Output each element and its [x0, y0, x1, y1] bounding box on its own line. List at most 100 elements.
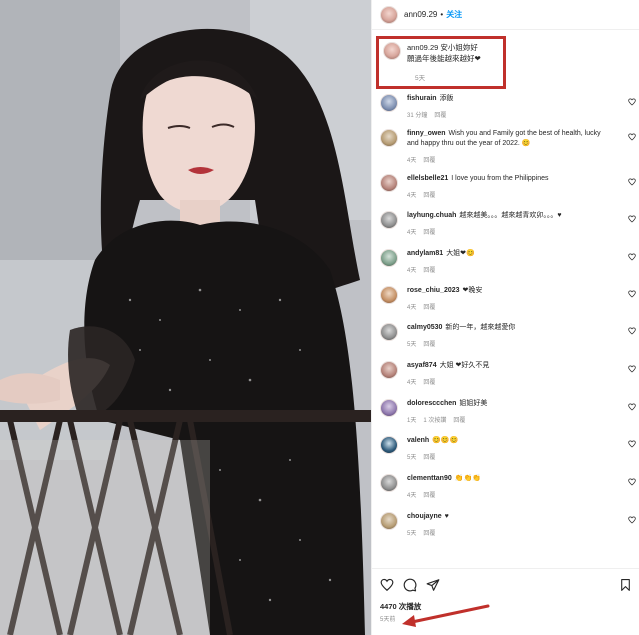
- heart-icon[interactable]: [628, 478, 636, 486]
- commenter-avatar[interactable]: [380, 129, 398, 147]
- reply-button[interactable]: 回覆: [453, 418, 465, 424]
- comment-body: choujayne ♥ 5天 回覆: [407, 512, 607, 548]
- heart-icon[interactable]: [628, 133, 636, 141]
- post-caption-highlight: ann09.29 安小姐妳好 願過年後能越來越好❤ 5天: [376, 36, 506, 89]
- reply-button[interactable]: 回覆: [423, 342, 435, 348]
- comment-body: ellelsbelle21 I love youu from the Philip…: [407, 174, 607, 211]
- commenter-avatar[interactable]: [380, 474, 398, 492]
- heart-icon[interactable]: [628, 215, 636, 223]
- comment-body: doloresccchen 姐姐好美 1天 1 次按讚 回覆: [407, 399, 607, 436]
- commenter-avatar[interactable]: [380, 361, 398, 379]
- comment-time: 4天: [407, 268, 417, 274]
- screenshot-frame: ann09.29 • 关注 ann09.29 安小姐妳好 願過年後能越來越好❤ …: [0, 0, 639, 635]
- comment-item: finny_owen Wish you and Family got the be…: [380, 129, 636, 174]
- commenter-avatar[interactable]: [380, 249, 398, 267]
- reply-button[interactable]: 回覆: [423, 193, 435, 199]
- comment-body: rose_chiu_2023 ❤晚安 4天 回覆: [407, 286, 607, 323]
- commenter-username[interactable]: doloresccchen: [407, 400, 456, 407]
- commenter-username[interactable]: valenh: [407, 437, 429, 444]
- commenter-username[interactable]: fishurain: [407, 95, 437, 102]
- comment-body: valenh 😊😊😊 5天 回覆: [407, 436, 607, 474]
- commenter-username[interactable]: andylam81: [407, 250, 443, 257]
- commenter-avatar[interactable]: [380, 399, 398, 417]
- reply-button[interactable]: 回覆: [423, 455, 435, 461]
- comment-text: ❤晚安: [462, 287, 483, 294]
- commenter-username[interactable]: calmy0530: [407, 324, 442, 331]
- comment-body: andylam81 大姐❤😊 4天 回覆: [407, 249, 607, 286]
- reply-button[interactable]: 回覆: [423, 305, 435, 311]
- post-photo[interactable]: [0, 0, 371, 635]
- comment-icon[interactable]: [403, 578, 417, 592]
- comment-time: 5天: [407, 342, 417, 348]
- commenter-avatar[interactable]: [380, 94, 398, 112]
- commenter-username[interactable]: clementtan90: [407, 475, 452, 482]
- comment-list: fishurain 添飯 31 分鐘 回覆 finny_owen Wish you a…: [380, 94, 636, 548]
- commenter-username[interactable]: layhung.chuah: [407, 212, 456, 219]
- comment-text: 😊😊😊: [432, 437, 459, 444]
- woman-portrait-image: [0, 0, 371, 635]
- commenter-avatar[interactable]: [380, 286, 398, 304]
- commenter-username[interactable]: asyaf874: [407, 362, 437, 369]
- heart-icon[interactable]: [628, 440, 636, 448]
- comment-time: 5天: [407, 455, 417, 461]
- commenter-avatar[interactable]: [380, 174, 398, 192]
- comment-item: ellelsbelle21 I love youu from the Philip…: [380, 174, 636, 211]
- comment-item: valenh 😊😊😊 5天 回覆: [380, 436, 636, 474]
- commenter-username[interactable]: choujayne: [407, 513, 442, 520]
- caption-text: ann09.29 安小姐妳好 願過年後能越來越好❤: [407, 42, 481, 64]
- caption-author-avatar[interactable]: [383, 42, 401, 60]
- comment-text: 新的一年，越來越愛你: [445, 324, 516, 331]
- commenter-username[interactable]: finny_owen: [407, 130, 446, 137]
- comment-item: andylam81 大姐❤😊 4天 回覆: [380, 249, 636, 286]
- comment-text: ♥: [444, 513, 449, 520]
- reply-button[interactable]: 回覆: [423, 493, 435, 499]
- comment-time: 31 分鐘: [407, 113, 428, 119]
- commenter-avatar[interactable]: [380, 211, 398, 229]
- heart-icon[interactable]: [628, 290, 636, 298]
- send-icon[interactable]: [426, 578, 440, 592]
- comment-body: calmy0530 新的一年，越來越愛你 5天 回覆: [407, 323, 607, 361]
- comment-item: fishurain 添飯 31 分鐘 回覆: [380, 94, 636, 129]
- comment-text: 姐姐好美: [459, 400, 488, 407]
- commenter-avatar[interactable]: [380, 436, 398, 454]
- heart-icon[interactable]: [380, 578, 394, 592]
- reply-button[interactable]: 回覆: [423, 380, 435, 386]
- commenter-avatar[interactable]: [380, 512, 398, 530]
- comment-text: 添飯: [439, 95, 454, 102]
- heart-icon[interactable]: [628, 178, 636, 186]
- commenter-avatar[interactable]: [380, 323, 398, 341]
- annotation-arrow-icon: [402, 604, 490, 627]
- heart-icon[interactable]: [628, 365, 636, 373]
- reply-button[interactable]: 回覆: [423, 268, 435, 274]
- reply-button[interactable]: 回覆: [423, 531, 435, 537]
- reply-button[interactable]: 回覆: [423, 230, 435, 236]
- reply-button[interactable]: 回覆: [434, 113, 446, 119]
- heart-icon[interactable]: [628, 403, 636, 411]
- comment-text: 大姐 ❤好久不見: [439, 362, 490, 369]
- comment-body: layhung.chuah 越來越美。。。越來越青欢卯。。。♥ 4天 回覆: [407, 211, 607, 249]
- comment-time: 4天: [407, 230, 417, 236]
- commenter-username[interactable]: rose_chiu_2023: [407, 287, 460, 294]
- comment-time: 4天: [407, 158, 417, 164]
- author-avatar[interactable]: [380, 5, 398, 24]
- heart-icon[interactable]: [628, 98, 636, 106]
- reply-button[interactable]: 回覆: [423, 158, 435, 164]
- heart-icon[interactable]: [628, 253, 636, 261]
- post-header: ann09.29 • 关注: [372, 0, 639, 30]
- comment-time: 1天: [407, 418, 417, 424]
- comment-time: 4天: [407, 305, 417, 311]
- comment-text: 大姐❤😊: [446, 250, 475, 257]
- comment-item: doloresccchen 姐姐好美 1天 1 次按讚 回覆: [380, 399, 636, 436]
- heart-icon[interactable]: [628, 516, 636, 524]
- comment-item: layhung.chuah 越來越美。。。越來越青欢卯。。。♥ 4天 回覆: [380, 211, 636, 249]
- author-username[interactable]: ann09.29: [404, 10, 437, 19]
- heart-icon[interactable]: [628, 327, 636, 335]
- comment-item: asyaf874 大姐 ❤好久不見 4天 回覆: [380, 361, 636, 399]
- commenter-username[interactable]: ellelsbelle21: [407, 175, 448, 182]
- bookmark-icon[interactable]: [619, 578, 632, 592]
- comment-item: rose_chiu_2023 ❤晚安 4天 回覆: [380, 286, 636, 323]
- post-time-ago: 5天前: [380, 617, 396, 623]
- comment-likes[interactable]: 1 次按讚: [423, 418, 446, 424]
- comment-time: 4天: [407, 493, 417, 499]
- follow-button[interactable]: 关注: [446, 9, 462, 20]
